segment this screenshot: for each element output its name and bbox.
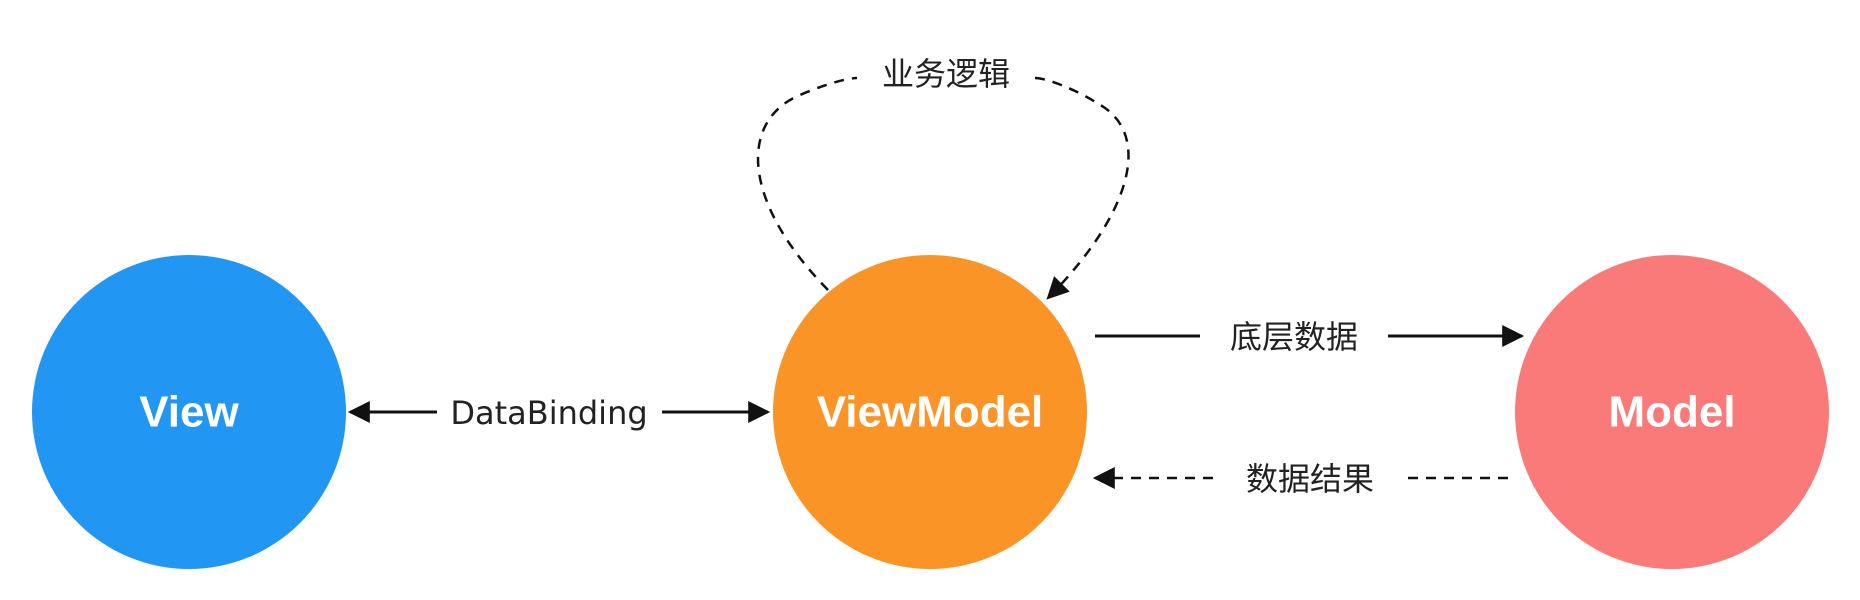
data-result-label: 数据结果 — [1246, 460, 1374, 498]
business-logic-label: 业务逻辑 — [882, 55, 1010, 93]
databinding-edge: DataBinding — [347, 394, 771, 432]
viewmodel-node: ViewModel — [773, 255, 1087, 569]
view-label: View — [139, 388, 239, 437]
databinding-label: DataBinding — [450, 394, 647, 432]
viewmodel-label: ViewModel — [817, 388, 1044, 437]
underlying-data-label: 底层数据 — [1230, 318, 1358, 356]
model-node: Model — [1515, 255, 1829, 569]
underlying-data-edge: 底层数据 — [1095, 318, 1525, 356]
mvvm-diagram: View ViewModel Model DataBinding 业务逻辑 底层… — [32, 55, 1829, 569]
view-node: View — [32, 255, 346, 569]
data-result-edge: 数据结果 — [1092, 460, 1513, 498]
model-label: Model — [1608, 388, 1735, 437]
